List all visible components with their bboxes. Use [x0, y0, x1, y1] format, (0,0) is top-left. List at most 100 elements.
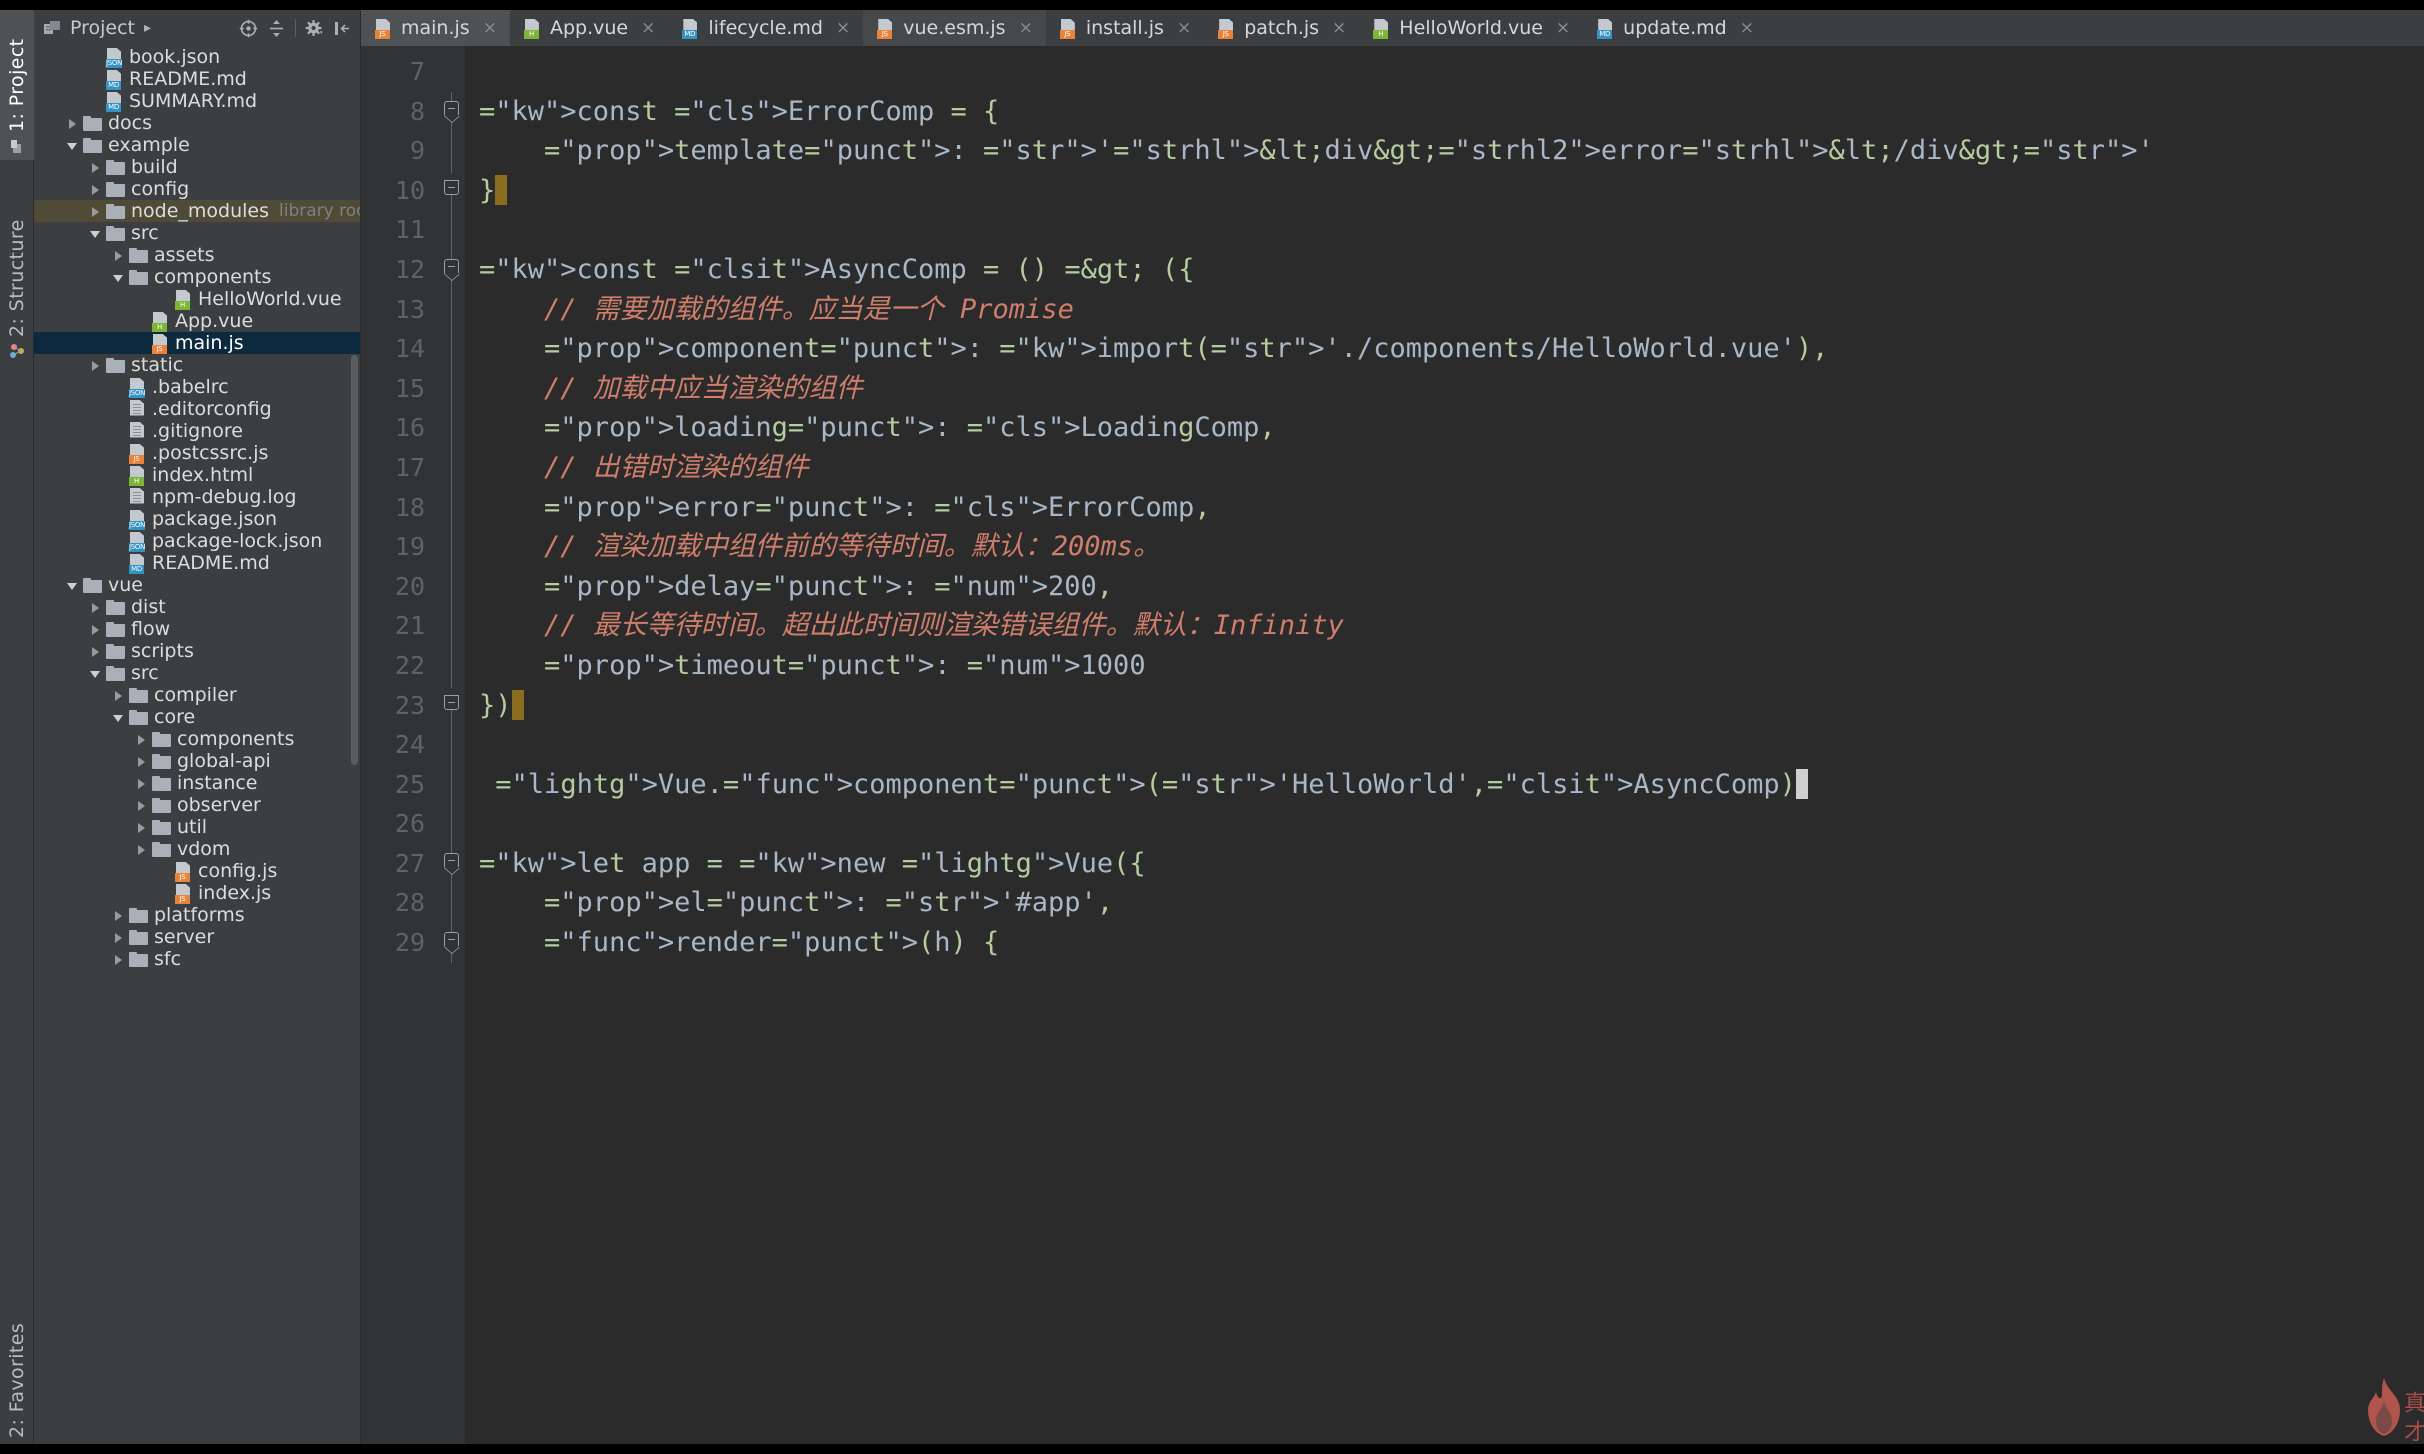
- chevron-right-icon[interactable]: [88, 622, 103, 637]
- chevron-right-icon[interactable]: [88, 160, 103, 175]
- chevron-right-icon[interactable]: [88, 358, 103, 373]
- chevron-right-icon[interactable]: [134, 754, 149, 769]
- tree-file-row[interactable]: MD README.md: [34, 68, 360, 90]
- code-line[interactable]: ="kw">const ="clsit">AsyncComp = () =&gt…: [479, 250, 2424, 290]
- tree-folder-row[interactable]: build: [34, 156, 360, 178]
- tree-folder-row[interactable]: util: [34, 816, 360, 838]
- tree-file-row[interactable]: H HelloWorld.vue: [34, 288, 360, 310]
- tree-file-row[interactable]: .editorconfig: [34, 398, 360, 420]
- editor-tab[interactable]: JS patch.js ×: [1204, 10, 1359, 46]
- code-folding-gutter[interactable]: [439, 46, 465, 1444]
- code-line[interactable]: [479, 725, 2424, 765]
- project-file-tree[interactable]: JSON book.json MD README.md MD SUMMARY.md docs…: [34, 46, 360, 1444]
- sidebar-item-favorites[interactable]: 2: Favorites: [0, 1254, 34, 1444]
- code-line[interactable]: ="kw">let app = ="kw">new ="lightg">Vue(…: [479, 844, 2424, 884]
- chevron-right-icon[interactable]: [111, 908, 126, 923]
- tree-folder-row[interactable]: sfc: [34, 948, 360, 970]
- chevron-right-icon[interactable]: [88, 204, 103, 219]
- chevron-right-icon[interactable]: [111, 688, 126, 703]
- collapse-all-icon[interactable]: [267, 19, 286, 38]
- code-line[interactable]: ="prop">template="punct">: ="str">'="str…: [479, 131, 2424, 171]
- code-line[interactable]: ="kw">const ="cls">ErrorComp = {: [479, 92, 2424, 132]
- fold-end-icon[interactable]: [444, 687, 460, 710]
- editor-tab[interactable]: JS install.js ×: [1046, 10, 1204, 46]
- code-line[interactable]: [479, 210, 2424, 250]
- tree-file-row[interactable]: JS .postcssrc.js: [34, 442, 360, 464]
- code-line[interactable]: ="prop">delay="punct">: ="num">200,: [479, 567, 2424, 607]
- tree-folder-row[interactable]: core: [34, 706, 360, 728]
- chevron-down-icon[interactable]: [88, 666, 103, 681]
- tree-folder-row[interactable]: server: [34, 926, 360, 948]
- tree-folder-row[interactable]: flow: [34, 618, 360, 640]
- tree-folder-row[interactable]: components: [34, 728, 360, 750]
- tree-file-row[interactable]: JS config.js: [34, 860, 360, 882]
- chevron-down-icon[interactable]: [65, 578, 80, 593]
- code-line[interactable]: ="func">render="punct">(h) {: [479, 923, 2424, 963]
- tree-folder-row[interactable]: src: [34, 222, 360, 244]
- editor-tab[interactable]: MD update.md ×: [1583, 10, 1767, 46]
- code-line[interactable]: ="prop">component="punct">: ="kw">import…: [479, 329, 2424, 369]
- tree-file-row[interactable]: JSON .babelrc: [34, 376, 360, 398]
- code-line[interactable]: // 需要加载的组件。应当是一个 Promise: [479, 290, 2424, 330]
- close-icon[interactable]: ×: [1332, 19, 1346, 37]
- code-line[interactable]: }: [479, 171, 2424, 211]
- chevron-right-icon[interactable]: [65, 116, 80, 131]
- hide-panel-icon[interactable]: [333, 19, 352, 38]
- tree-folder-row[interactable]: example: [34, 134, 360, 156]
- chevron-right-icon[interactable]: [134, 732, 149, 747]
- tree-folder-row[interactable]: vdom: [34, 838, 360, 860]
- tree-folder-row[interactable]: global-api: [34, 750, 360, 772]
- chevron-right-icon[interactable]: [134, 820, 149, 835]
- tree-folder-row[interactable]: docs: [34, 112, 360, 134]
- tree-file-row[interactable]: MD SUMMARY.md: [34, 90, 360, 112]
- close-icon[interactable]: ×: [836, 19, 850, 37]
- code-line[interactable]: // 最长等待时间。超出此时间则渲染错误组件。默认：Infinity: [479, 606, 2424, 646]
- tree-folder-row[interactable]: vue: [34, 574, 360, 596]
- editor-tab[interactable]: H App.vue ×: [510, 10, 668, 46]
- code-line[interactable]: ="prop">error="punct">: ="cls">ErrorComp…: [479, 488, 2424, 528]
- tree-folder-row[interactable]: node_modules library root: [34, 200, 360, 222]
- tree-folder-row[interactable]: scripts: [34, 640, 360, 662]
- close-icon[interactable]: ×: [1177, 19, 1191, 37]
- chevron-down-icon[interactable]: [88, 226, 103, 241]
- chevron-right-icon[interactable]: [111, 248, 126, 263]
- tree-file-row[interactable]: Hindex.html: [34, 464, 360, 486]
- tree-file-row[interactable]: npm-debug.log: [34, 486, 360, 508]
- code-line[interactable]: }): [479, 686, 2424, 726]
- chevron-right-icon[interactable]: [88, 182, 103, 197]
- tree-file-row[interactable]: MD README.md: [34, 552, 360, 574]
- tree-folder-row[interactable]: src: [34, 662, 360, 684]
- code-line[interactable]: ="prop">loading="punct">: ="cls">Loading…: [479, 408, 2424, 448]
- code-line[interactable]: // 出错时渲染的组件: [479, 448, 2424, 488]
- tree-folder-row[interactable]: components: [34, 266, 360, 288]
- project-tree-scrollbar[interactable]: [351, 355, 358, 765]
- tree-file-row[interactable]: JS main.js: [34, 332, 360, 354]
- close-icon[interactable]: ×: [483, 19, 497, 37]
- editor-tab[interactable]: JS vue.esm.js ×: [863, 10, 1046, 46]
- code-line[interactable]: [479, 52, 2424, 92]
- code-line[interactable]: // 加载中应当渲染的组件: [479, 369, 2424, 409]
- tree-file-row[interactable]: JSON package.json: [34, 508, 360, 530]
- close-icon[interactable]: ×: [1740, 19, 1754, 37]
- chevron-right-icon[interactable]: [134, 798, 149, 813]
- close-icon[interactable]: ×: [641, 19, 655, 37]
- fold-collapse-icon[interactable]: [444, 258, 459, 274]
- chevron-right-icon[interactable]: [88, 644, 103, 659]
- chevron-down-icon[interactable]: [111, 270, 126, 285]
- tree-folder-row[interactable]: assets: [34, 244, 360, 266]
- chevron-right-icon[interactable]: [88, 600, 103, 615]
- tree-folder-row[interactable]: config: [34, 178, 360, 200]
- settings-gear-icon[interactable]: [305, 19, 324, 38]
- code-line[interactable]: ="lightg">Vue.="func">component="punct">…: [479, 765, 2424, 805]
- chevron-right-icon[interactable]: ▸: [144, 21, 151, 35]
- chevron-down-icon[interactable]: [111, 710, 126, 725]
- chevron-right-icon[interactable]: [134, 776, 149, 791]
- tree-file-row[interactable]: JS index.js: [34, 882, 360, 904]
- locate-icon[interactable]: [239, 19, 258, 38]
- close-icon[interactable]: ×: [1556, 19, 1570, 37]
- tree-file-row[interactable]: JSON package-lock.json: [34, 530, 360, 552]
- code-line[interactable]: ="prop">el="punct">: ="str">'#app',: [479, 883, 2424, 923]
- editor-tab[interactable]: JS main.js ×: [361, 10, 510, 46]
- tree-folder-row[interactable]: dist: [34, 596, 360, 618]
- editor-tab[interactable]: H HelloWorld.vue ×: [1359, 10, 1583, 46]
